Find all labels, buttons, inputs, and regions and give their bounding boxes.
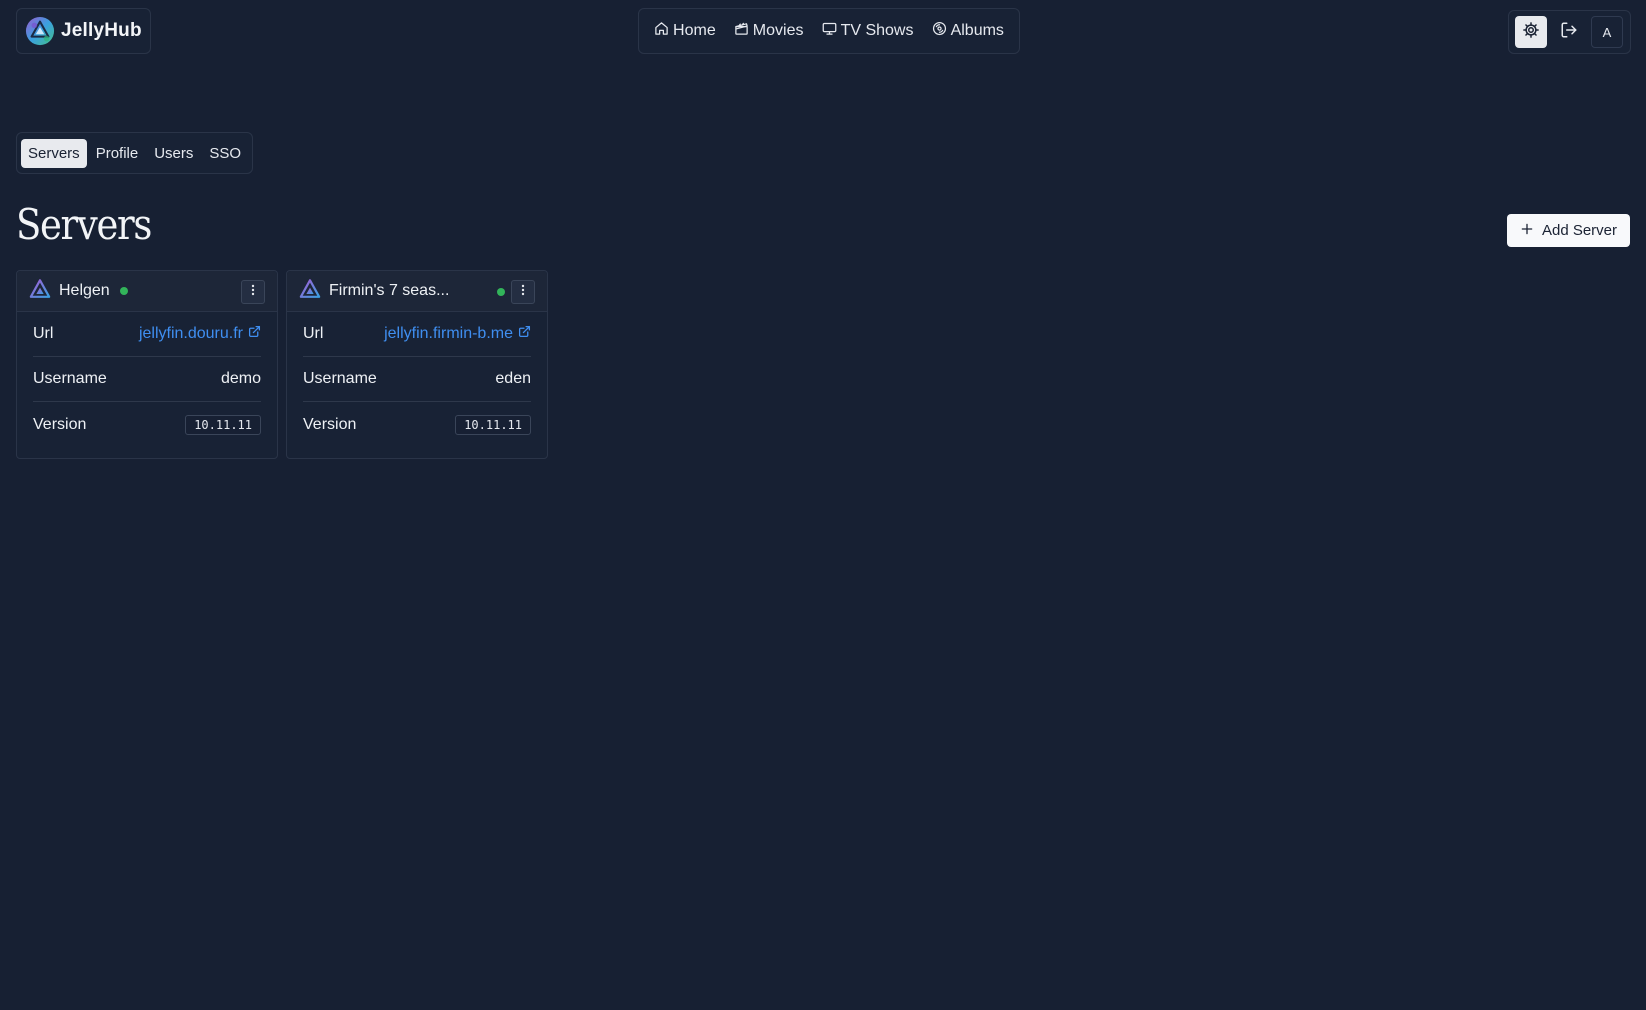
- username-row: Username eden: [303, 357, 531, 402]
- settings-tabs: Servers Profile Users SSO: [16, 132, 254, 174]
- tab-users[interactable]: Users: [147, 139, 200, 168]
- main-nav: Home Movies TV Shows Albums: [638, 8, 1020, 54]
- jellyfin-server-icon: [299, 278, 329, 305]
- tab-sso[interactable]: SSO: [202, 139, 248, 168]
- clapperboard-icon: [734, 21, 749, 41]
- version-row: Version 10.11.11: [33, 402, 261, 447]
- url-label: Url: [33, 325, 54, 342]
- tab-servers[interactable]: Servers: [21, 138, 87, 168]
- brand-home-link[interactable]: JellyHub: [16, 8, 151, 54]
- server-url: jellyfin.firmin-b.me: [384, 325, 513, 342]
- server-card: Firmin's 7 seas... Url jellyfin.firmin-b…: [286, 270, 548, 459]
- disc-icon: [932, 21, 947, 41]
- version-label: Version: [303, 415, 357, 433]
- username-label: Username: [33, 370, 107, 387]
- version-row: Version 10.11.11: [303, 402, 531, 447]
- server-card-header: Firmin's 7 seas...: [287, 271, 547, 312]
- nav-item-movies[interactable]: Movies: [728, 15, 810, 47]
- nav-item-label: Home: [673, 22, 716, 39]
- plus-icon: [1520, 222, 1534, 240]
- server-menu-button[interactable]: [511, 280, 535, 304]
- status-online-indicator: [119, 287, 128, 295]
- add-server-button[interactable]: Add Server: [1507, 214, 1630, 247]
- tv-icon: [822, 21, 837, 41]
- nav-item-home[interactable]: Home: [648, 15, 722, 47]
- nav-item-label: Albums: [950, 22, 1004, 39]
- version-badge: 10.11.11: [455, 414, 531, 435]
- url-label: Url: [303, 325, 324, 342]
- avatar[interactable]: A: [1591, 16, 1623, 48]
- logout-button[interactable]: [1553, 16, 1585, 48]
- home-icon: [654, 21, 669, 41]
- version-label: Version: [33, 415, 87, 433]
- logout-icon: [1560, 21, 1578, 44]
- url-row: Url jellyfin.firmin-b.me: [303, 312, 531, 357]
- more-vertical-icon: [517, 283, 529, 301]
- server-name: Helgen: [59, 282, 110, 299]
- server-card-body: Url jellyfin.douru.fr Username demo Vers…: [17, 312, 277, 447]
- header-actions: A: [1508, 10, 1631, 54]
- username-row: Username demo: [33, 357, 261, 402]
- settings-button[interactable]: [1515, 16, 1547, 48]
- server-url-link[interactable]: jellyfin.firmin-b.me: [384, 325, 531, 343]
- server-card-body: Url jellyfin.firmin-b.me Username eden V…: [287, 312, 547, 447]
- server-name: Firmin's 7 seas...: [329, 282, 450, 299]
- server-card: Helgen Url jellyfin.douru.fr Username de…: [16, 270, 278, 459]
- jellyfin-logo-icon: [25, 16, 55, 46]
- brand-name: JellyHub: [61, 20, 142, 41]
- server-username: eden: [495, 370, 531, 387]
- username-label: Username: [303, 370, 377, 387]
- more-vertical-icon: [247, 283, 259, 301]
- nav-item-label: Movies: [752, 22, 804, 39]
- tab-profile[interactable]: Profile: [89, 139, 146, 168]
- server-menu-button[interactable]: [241, 280, 265, 304]
- external-link-icon: [248, 325, 261, 343]
- url-row: Url jellyfin.douru.fr: [33, 312, 261, 357]
- nav-item-label: TV Shows: [840, 22, 914, 39]
- server-username: demo: [220, 370, 261, 387]
- nav-item-albums[interactable]: Albums: [926, 15, 1010, 47]
- jellyfin-server-icon: [29, 278, 59, 305]
- page-title: Servers: [16, 200, 152, 249]
- add-server-label: Add Server: [1541, 222, 1618, 239]
- server-url: jellyfin.douru.fr: [138, 325, 243, 342]
- status-online-indicator: [497, 288, 505, 296]
- nav-item-tv-shows[interactable]: TV Shows: [816, 15, 920, 47]
- server-url-link[interactable]: jellyfin.douru.fr: [139, 325, 261, 343]
- gear-icon: [1522, 21, 1540, 44]
- version-badge: 10.11.11: [185, 414, 261, 435]
- top-header: JellyHub Home Movies TV Shows Albums A: [0, 0, 1646, 62]
- external-link-icon: [518, 325, 531, 343]
- server-card-header: Helgen: [17, 271, 277, 312]
